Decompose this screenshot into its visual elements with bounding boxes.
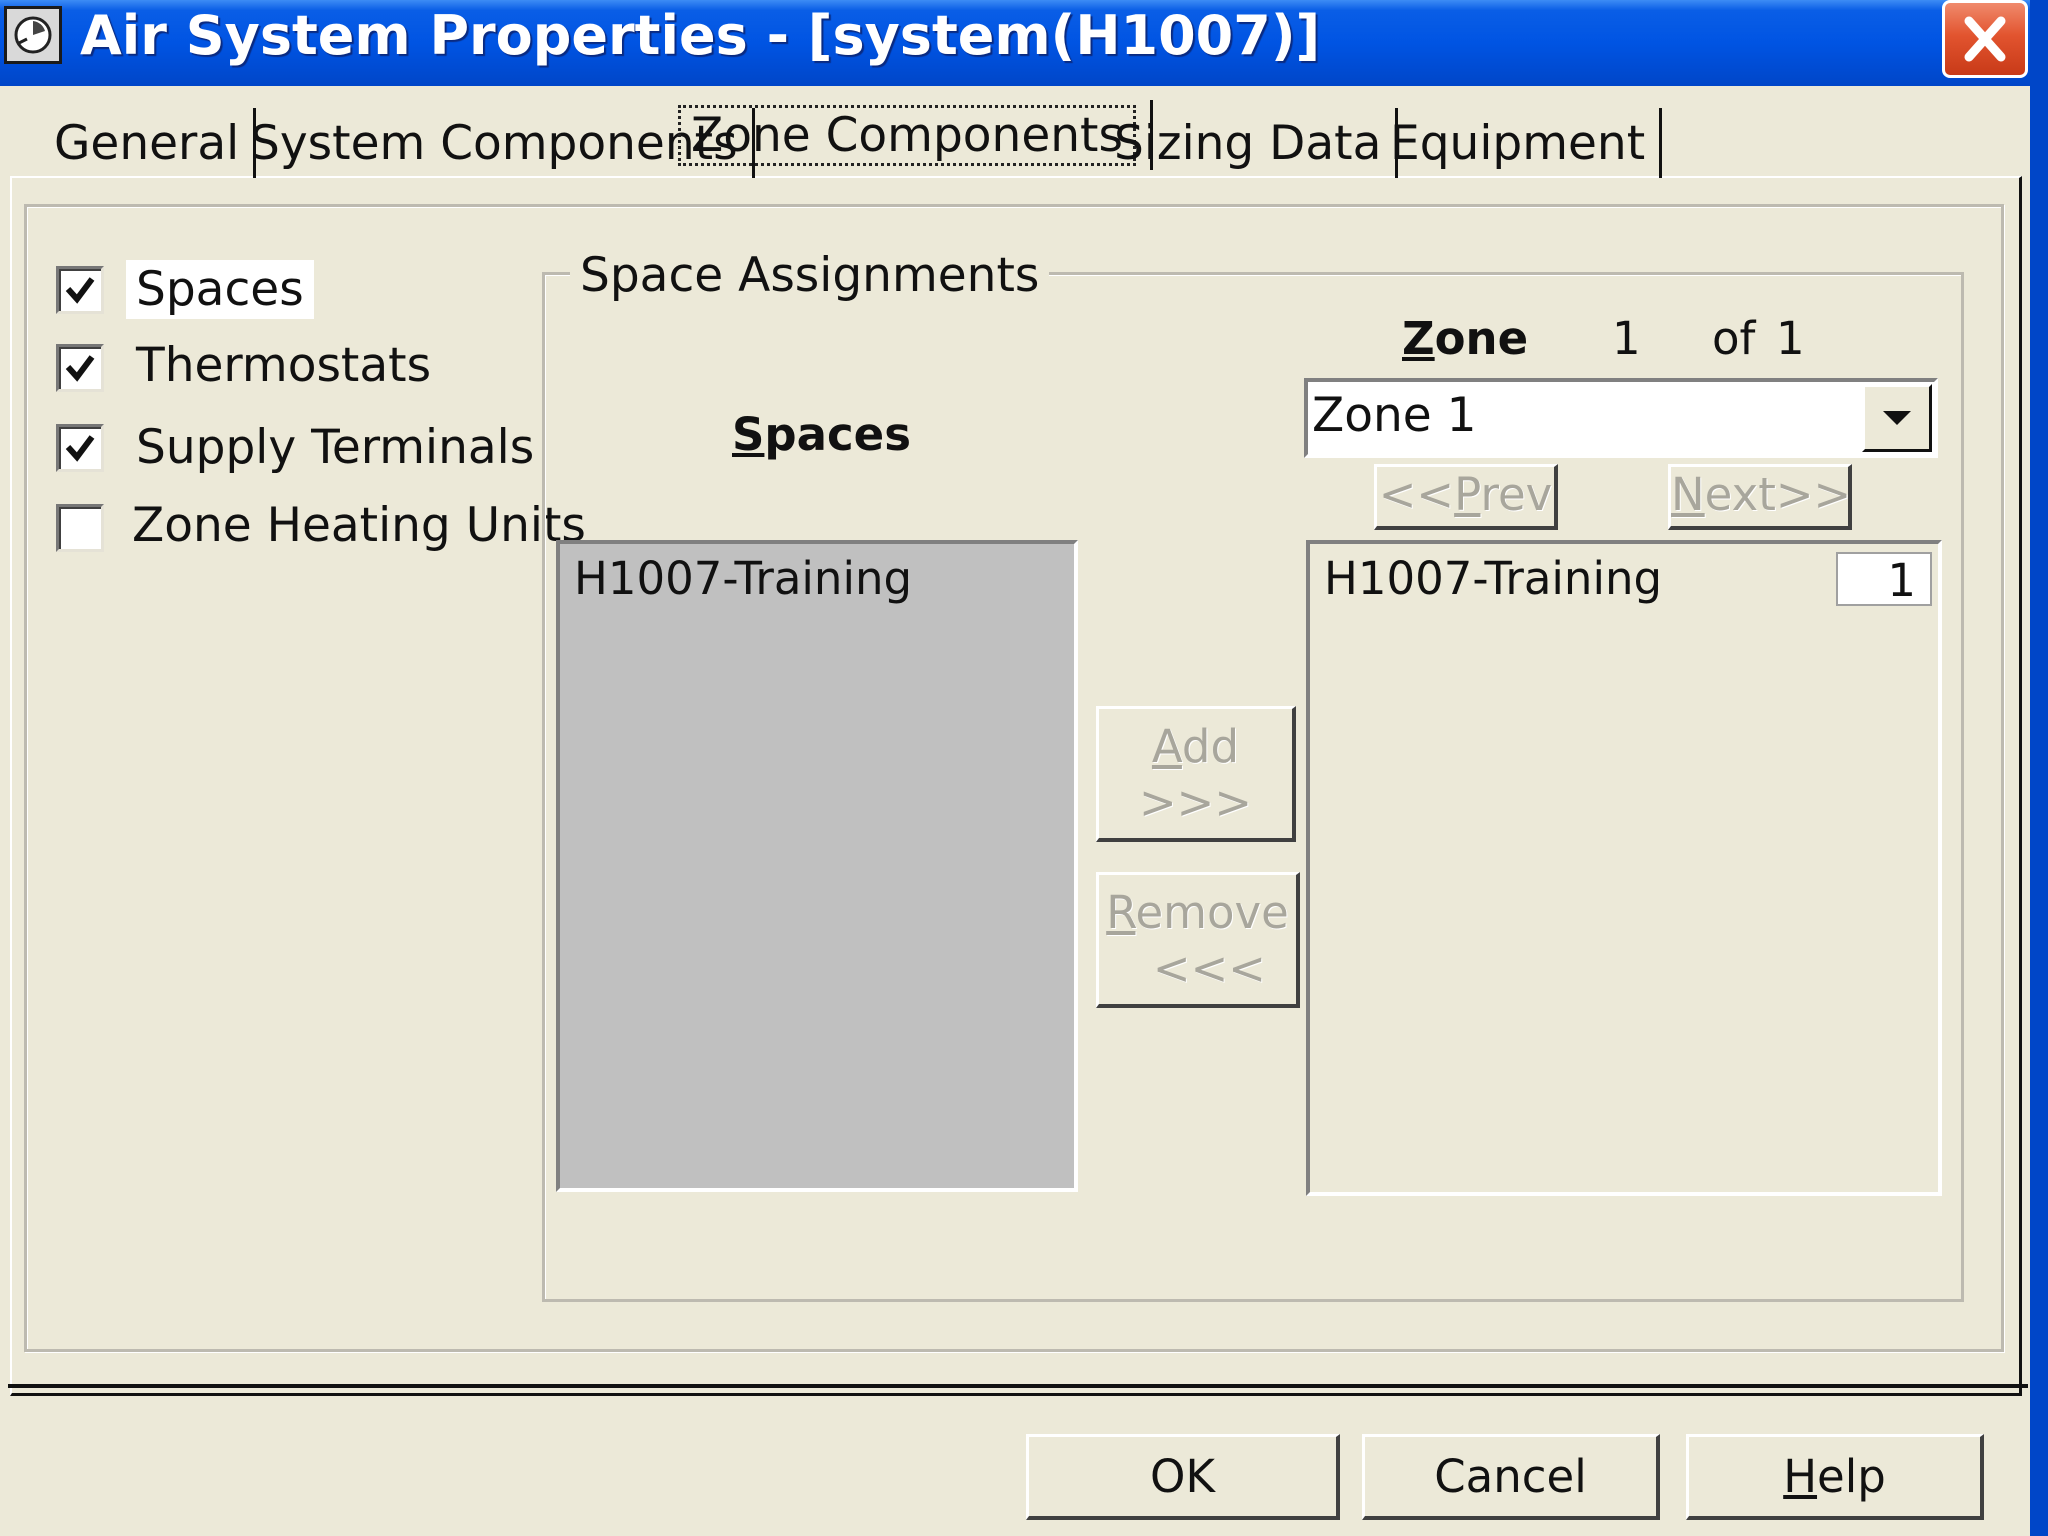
supply-terminals-checkbox[interactable]: [56, 424, 104, 472]
tab-label: Sizing Data: [1114, 116, 1382, 171]
zone-spaces-list[interactable]: [1306, 540, 1942, 1196]
space-assignments-title: Space Assignments: [570, 248, 1050, 303]
cancel-label: Cancel: [1434, 1450, 1587, 1503]
zone-current-number: 1: [1612, 312, 1641, 365]
add-button[interactable]: Add >>>: [1096, 706, 1296, 842]
spaces-heading-rest: paces: [764, 408, 911, 461]
window-border: [2030, 0, 2048, 1536]
prev-rest: rev: [1480, 468, 1553, 521]
prev-zone-button[interactable]: <<Prev: [1374, 464, 1558, 530]
close-button[interactable]: [1942, 0, 2028, 78]
add-rest: dd: [1181, 720, 1240, 773]
zone-select-value: Zone 1: [1312, 388, 1477, 443]
remove-accel: R: [1106, 886, 1136, 939]
spaces-checkbox[interactable]: [56, 266, 104, 314]
available-spaces-list[interactable]: [556, 540, 1078, 1192]
zone-of-label: of: [1712, 312, 1756, 365]
window-title: Air System Properties - [system(H1007)]: [80, 4, 1321, 67]
zone-heading-rest: one: [1434, 312, 1529, 365]
tab-label: General: [54, 116, 240, 171]
help-rest: elp: [1817, 1450, 1886, 1503]
next-accel: N: [1671, 468, 1705, 521]
help-accel: H: [1783, 1450, 1818, 1503]
spaces-heading-accel: S: [732, 408, 765, 461]
spaces-checkbox-label[interactable]: Spaces: [126, 260, 314, 319]
help-button[interactable]: Help: [1686, 1434, 1984, 1520]
zone-heating-units-checkbox[interactable]: [56, 504, 104, 552]
check-icon: [65, 355, 95, 382]
app-icon[interactable]: [4, 6, 62, 64]
thermostats-checkbox[interactable]: [56, 344, 104, 392]
prev-accel: P: [1454, 468, 1481, 521]
prev-prefix: <<: [1378, 468, 1455, 521]
check-icon: [65, 435, 95, 462]
space-multiplier-field[interactable]: 1: [1836, 552, 1932, 607]
spaces-heading: Spaces: [732, 408, 911, 461]
list-item[interactable]: H1007-Training: [574, 552, 912, 605]
check-icon: [65, 277, 95, 304]
supply-terminals-checkbox-label[interactable]: Supply Terminals: [136, 420, 534, 475]
remove-arrows: <<<: [1152, 942, 1266, 995]
next-zone-button[interactable]: Next>>: [1668, 464, 1852, 530]
tab-label: Zone Components: [678, 105, 1136, 166]
tab-label: Equipment: [1390, 116, 1646, 171]
tab-zone-components[interactable]: Zone Components: [664, 100, 1153, 170]
zone-heading-accel: Z: [1402, 312, 1435, 365]
add-accel: A: [1151, 720, 1182, 773]
next-rest: ext>>: [1704, 468, 1852, 521]
zone-total-number: 1: [1776, 312, 1805, 365]
add-arrows: >>>: [1138, 776, 1253, 829]
ok-button[interactable]: OK: [1026, 1434, 1340, 1520]
tab-sizing-data[interactable]: Sizing Data: [1100, 108, 1399, 178]
remove-button[interactable]: Remove <<<: [1096, 872, 1300, 1008]
thermostats-checkbox-label[interactable]: Thermostats: [136, 338, 431, 393]
zone-heading: Zone: [1402, 312, 1528, 365]
cancel-button[interactable]: Cancel: [1362, 1434, 1660, 1520]
tab-general[interactable]: General: [40, 108, 257, 178]
separator: [8, 1384, 2028, 1388]
close-icon: [1964, 16, 2006, 62]
zone-heating-units-checkbox-label[interactable]: Zone Heating Units: [132, 498, 586, 553]
tab-equipment[interactable]: Equipment: [1376, 108, 1663, 178]
chevron-down-icon: [1883, 411, 1911, 425]
zone-select-dropdown-button[interactable]: [1862, 384, 1932, 452]
list-item[interactable]: H1007-Training: [1324, 552, 1662, 605]
ok-label: OK: [1150, 1450, 1215, 1503]
remove-rest: emove: [1135, 886, 1289, 939]
